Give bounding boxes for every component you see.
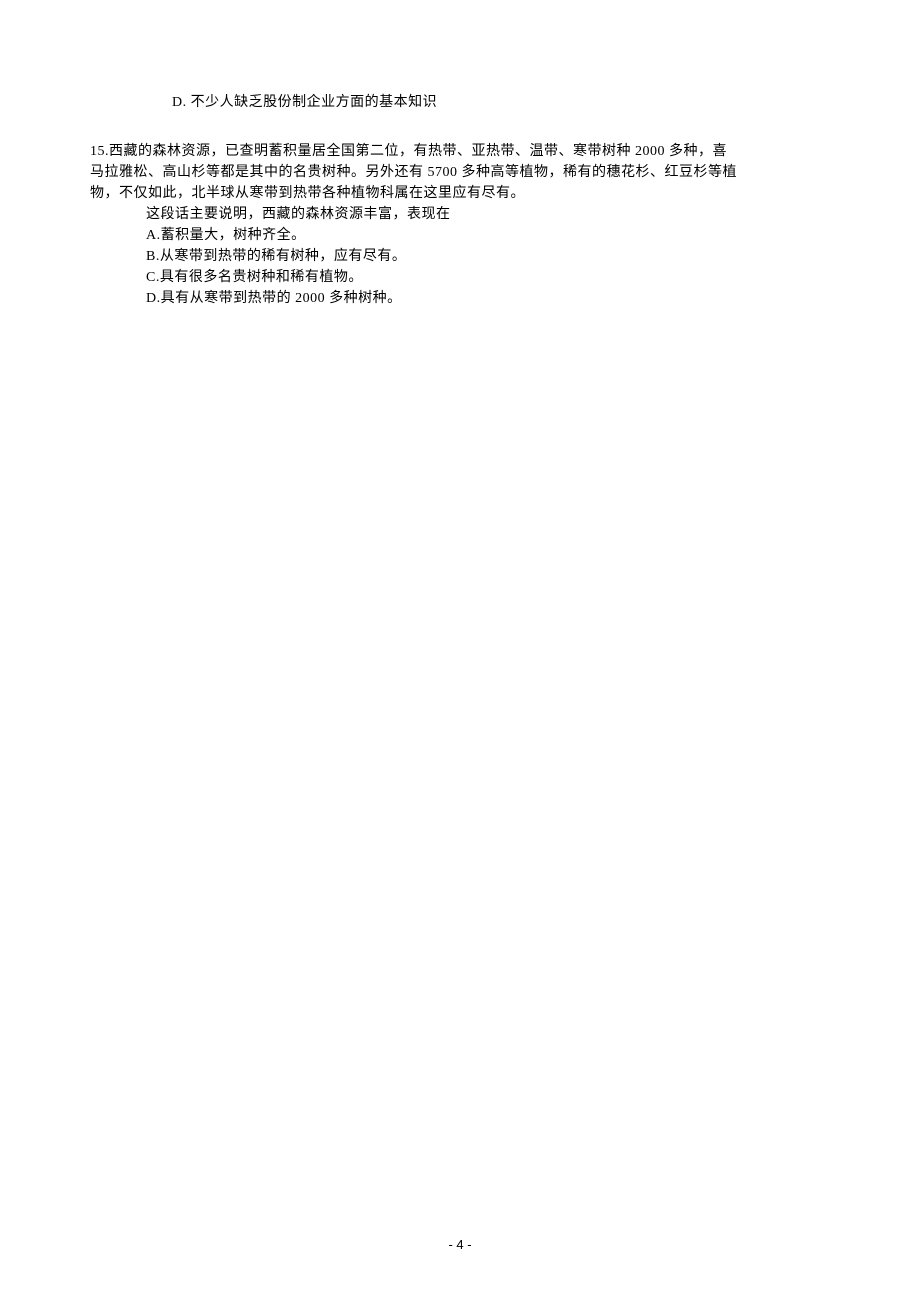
prev-question-option-d: D. 不少人缺乏股份制企业方面的基本知识: [172, 92, 830, 113]
question-15-option-b: B.从寒带到热带的稀有树种，应有尽有。: [146, 246, 830, 267]
document-content: D. 不少人缺乏股份制企业方面的基本知识 15.西藏的森林资源，已查明蓄积量居全…: [0, 0, 920, 309]
question-15-line2: 马拉雅松、高山杉等都是其中的名贵树种。另外还有 5700 多种高等植物，稀有的穗…: [90, 162, 830, 183]
question-15: 15.西藏的森林资源，已查明蓄积量居全国第二位，有热带、亚热带、温带、寒带树种 …: [90, 141, 830, 309]
question-15-prompt: 这段话主要说明，西藏的森林资源丰富，表现在: [146, 204, 830, 225]
question-15-text: 15.西藏的森林资源，已查明蓄积量居全国第二位，有热带、亚热带、温带、寒带树种 …: [90, 141, 830, 204]
question-15-option-d: D.具有从寒带到热带的 2000 多种树种。: [146, 288, 830, 309]
question-15-line3: 物，不仅如此，北半球从寒带到热带各种植物科属在这里应有尽有。: [90, 183, 830, 204]
question-15-line1: 15.西藏的森林资源，已查明蓄积量居全国第二位，有热带、亚热带、温带、寒带树种 …: [90, 141, 830, 162]
question-15-option-a: A.蓄积量大，树种齐全。: [146, 225, 830, 246]
page-number: - 4 -: [0, 1235, 920, 1255]
question-15-option-c: C.具有很多名贵树种和稀有植物。: [146, 267, 830, 288]
